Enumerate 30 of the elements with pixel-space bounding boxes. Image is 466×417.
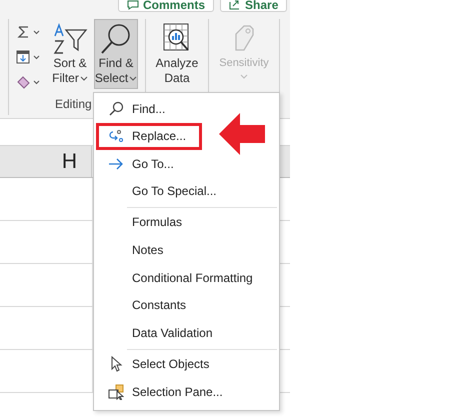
right-arrow-icon xyxy=(108,156,124,172)
menu-item[interactable]: Find... xyxy=(96,95,277,122)
ribbon-button: Sensitivity xyxy=(214,19,274,89)
menu-item[interactable]: Go To... xyxy=(96,150,277,178)
sort-filter-icon xyxy=(52,22,88,56)
menu-item[interactable]: Constants xyxy=(96,292,277,319)
menu-item[interactable]: Notes xyxy=(96,236,277,264)
speech-bubble-icon xyxy=(127,0,139,10)
sigma-icon xyxy=(16,25,42,39)
ribbon-top-button[interactable]: Share xyxy=(220,0,288,12)
selection-pane-icon xyxy=(108,384,124,400)
search-icon xyxy=(108,100,124,117)
fill-down-icon xyxy=(16,50,42,64)
menu-item[interactable]: Selection Pane... xyxy=(96,378,277,406)
arrow-annotation xyxy=(218,112,266,156)
ribbon-button[interactable]: Sort & Filter xyxy=(48,19,92,89)
caret-icon xyxy=(129,76,138,81)
share-icon xyxy=(229,0,242,10)
caret-icon xyxy=(80,76,88,81)
replace-icon xyxy=(108,128,124,144)
ribbon-top-button[interactable]: Comments xyxy=(118,0,214,12)
menu-item[interactable]: Replace... xyxy=(96,122,202,150)
menu-item[interactable]: Go To Special... xyxy=(96,178,277,205)
caret-icon xyxy=(240,74,248,79)
eraser-icon xyxy=(16,75,42,89)
menu-item[interactable]: Data Validation xyxy=(96,319,277,346)
ribbon-button[interactable]: Analyze Data xyxy=(151,19,203,89)
ribbon-button[interactable]: Find & Select xyxy=(94,19,138,89)
menu-item[interactable]: Conditional Formatting xyxy=(96,264,277,292)
group-label: Editing xyxy=(54,97,92,111)
